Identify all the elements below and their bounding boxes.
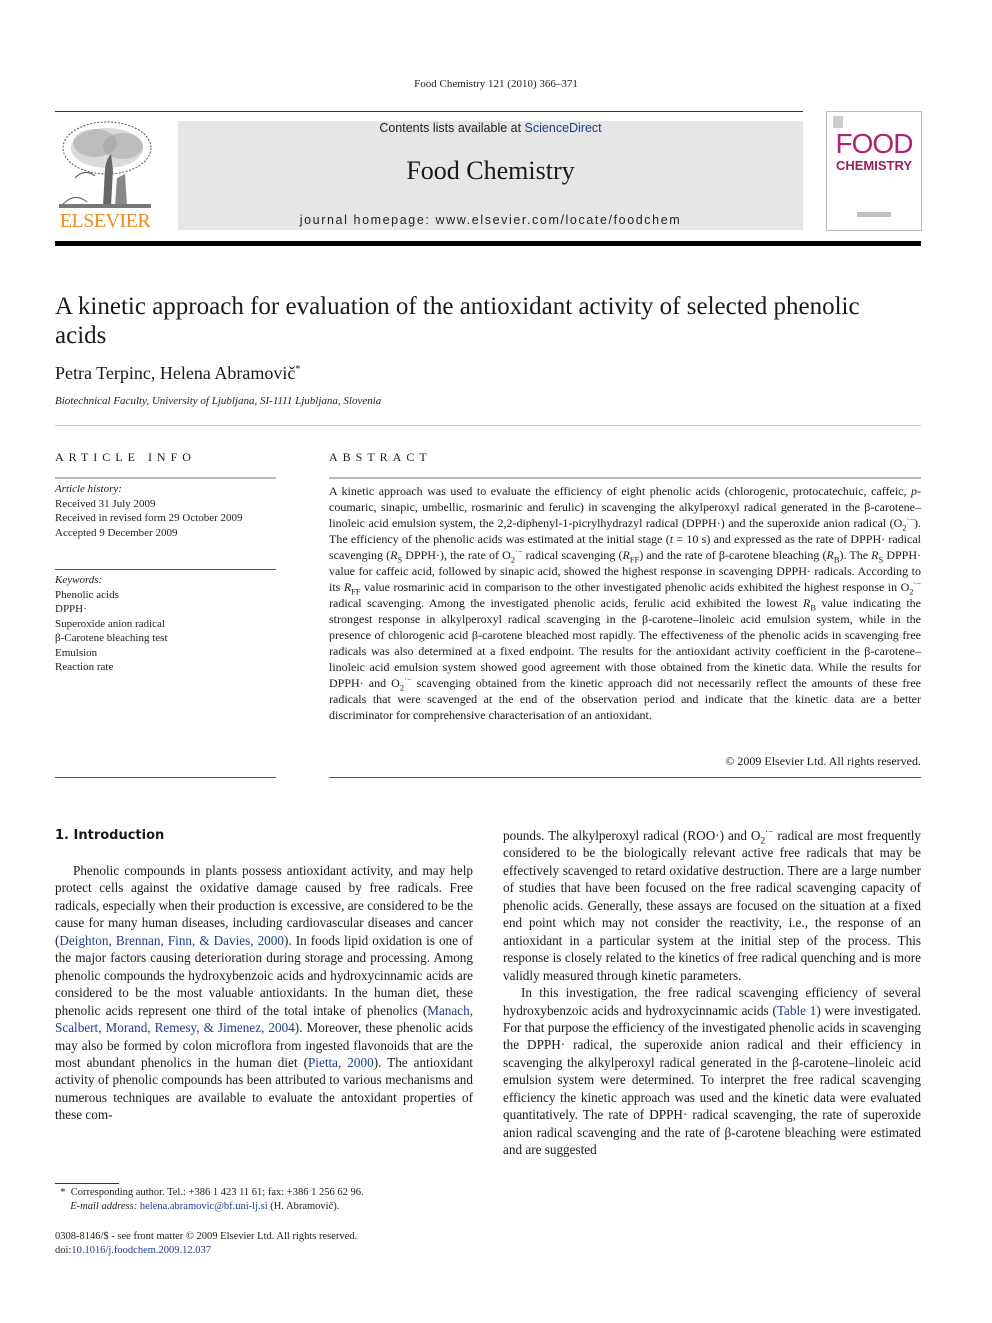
publisher-name: ELSEVIER: [59, 210, 151, 232]
authors: Petra Terpinc, Helena Abramovič*: [55, 363, 300, 384]
citation-link[interactable]: Pietta, 2000: [308, 1055, 374, 1070]
contents-prefix: Contents lists available at: [379, 121, 525, 135]
keyword-item: β-Carotene bleaching test: [55, 632, 168, 644]
keyword-item: Reaction rate: [55, 661, 114, 673]
running-head: Food Chemistry 121 (2010) 366–371: [414, 78, 578, 90]
keywords-label: Keywords:: [55, 574, 103, 586]
footnote-email: E-mail address: helena.abramovic@bf.uni-…: [70, 1201, 340, 1212]
keywords-rule: [55, 569, 276, 570]
intro-paragraph-1: Phenolic compounds in plants possess ant…: [55, 863, 473, 1123]
footnote-contact: * Corresponding author. Tel.: +386 1 423…: [60, 1187, 364, 1198]
masthead-divider: [55, 241, 921, 246]
front-matter: 0308-8146/$ - see front matter © 2009 El…: [55, 1230, 485, 1258]
header-rule: [55, 111, 803, 112]
cover-title-line2: CHEMISTRY: [835, 158, 913, 173]
section-heading-introduction: 1. Introduction: [55, 828, 165, 843]
article-title: A kinetic approach for evaluation of the…: [55, 293, 860, 349]
cover-publisher-mark: [857, 212, 891, 217]
abstract-body: A kinetic approach was used to evaluate …: [329, 484, 922, 722]
corresponding-author-mark[interactable]: *: [295, 364, 300, 375]
author-names: Petra Terpinc, Helena Abramovič: [55, 363, 296, 383]
abstract-bottom-rule: [329, 777, 921, 778]
affiliation: Biotechnical Faculty, University of Ljub…: [55, 395, 382, 407]
cover-title-line1: FOOD: [835, 128, 914, 159]
keyword-item: Phenolic acids: [55, 588, 119, 601]
corresponding-author-footnote: * Corresponding author. Tel.: +386 1 423…: [55, 1186, 485, 1214]
journal-title: Food Chemistry: [406, 156, 575, 185]
article-history: Article history: Received 31 July 2009 R…: [55, 482, 280, 540]
intro-paragraph-1-cont: pounds. The alkylperoxyl radical (ROO·) …: [503, 826, 921, 983]
sciencedirect-link[interactable]: ScienceDirect: [525, 121, 602, 135]
table-link[interactable]: Table 1: [777, 1003, 817, 1018]
doi-link[interactable]: 10.1016/j.foodchem.2009.12.037: [71, 1245, 211, 1256]
tree-icon: [55, 118, 155, 210]
abstract-copyright: © 2009 Elsevier Ltd. All rights reserved…: [725, 754, 921, 768]
history-accepted: Accepted 9 December 2009: [55, 526, 178, 539]
body-column-right: pounds. The alkylperoxyl radical (ROO·) …: [503, 827, 921, 1159]
journal-homepage[interactable]: journal homepage: www.elsevier.com/locat…: [178, 213, 803, 227]
keyword-item: Superoxide anion radical: [55, 617, 165, 630]
footnote-rule: [55, 1183, 119, 1184]
keyword-item: DPPH·: [55, 603, 87, 615]
body-column-left: Phenolic compounds in plants possess ant…: [55, 862, 473, 1124]
citation-link[interactable]: Deighton, Brennan, Finn, & Davies, 2000: [59, 933, 284, 948]
journal-masthead: Contents lists available at ScienceDirec…: [178, 121, 803, 230]
history-label: Article history:: [55, 483, 122, 495]
title-divider: [55, 425, 921, 426]
keyword-item: Emulsion: [55, 646, 98, 659]
keywords: Keywords: Phenolic acids DPPH· Superoxid…: [55, 573, 280, 675]
cover-emblem-icon: [833, 116, 843, 128]
contents-line: Contents lists available at ScienceDirec…: [178, 121, 803, 135]
article-info-bottom-rule: [55, 777, 276, 778]
journal-cover-thumbnail[interactable]: FOOD CHEMISTRY: [826, 111, 922, 231]
history-received: Received 31 July 2009: [55, 497, 156, 510]
intro-paragraph-2: In this investigation, the free radical …: [503, 985, 921, 1158]
issn-line: 0308-8146/$ - see front matter © 2009 El…: [55, 1231, 358, 1242]
history-revised: Received in revised form 29 October 2009: [55, 512, 243, 524]
article-info-heading: ARTICLE INFO: [55, 450, 196, 464]
elsevier-logo[interactable]: ELSEVIER: [55, 118, 155, 233]
article-info-rule: [55, 477, 276, 479]
abstract-heading: ABSTRACT: [329, 450, 432, 464]
abstract-rule: [329, 477, 921, 479]
doi-line: doi:10.1016/j.foodchem.2009.12.037: [55, 1245, 212, 1256]
email-link[interactable]: helena.abramovic@bf.uni-lj.si: [140, 1201, 268, 1212]
